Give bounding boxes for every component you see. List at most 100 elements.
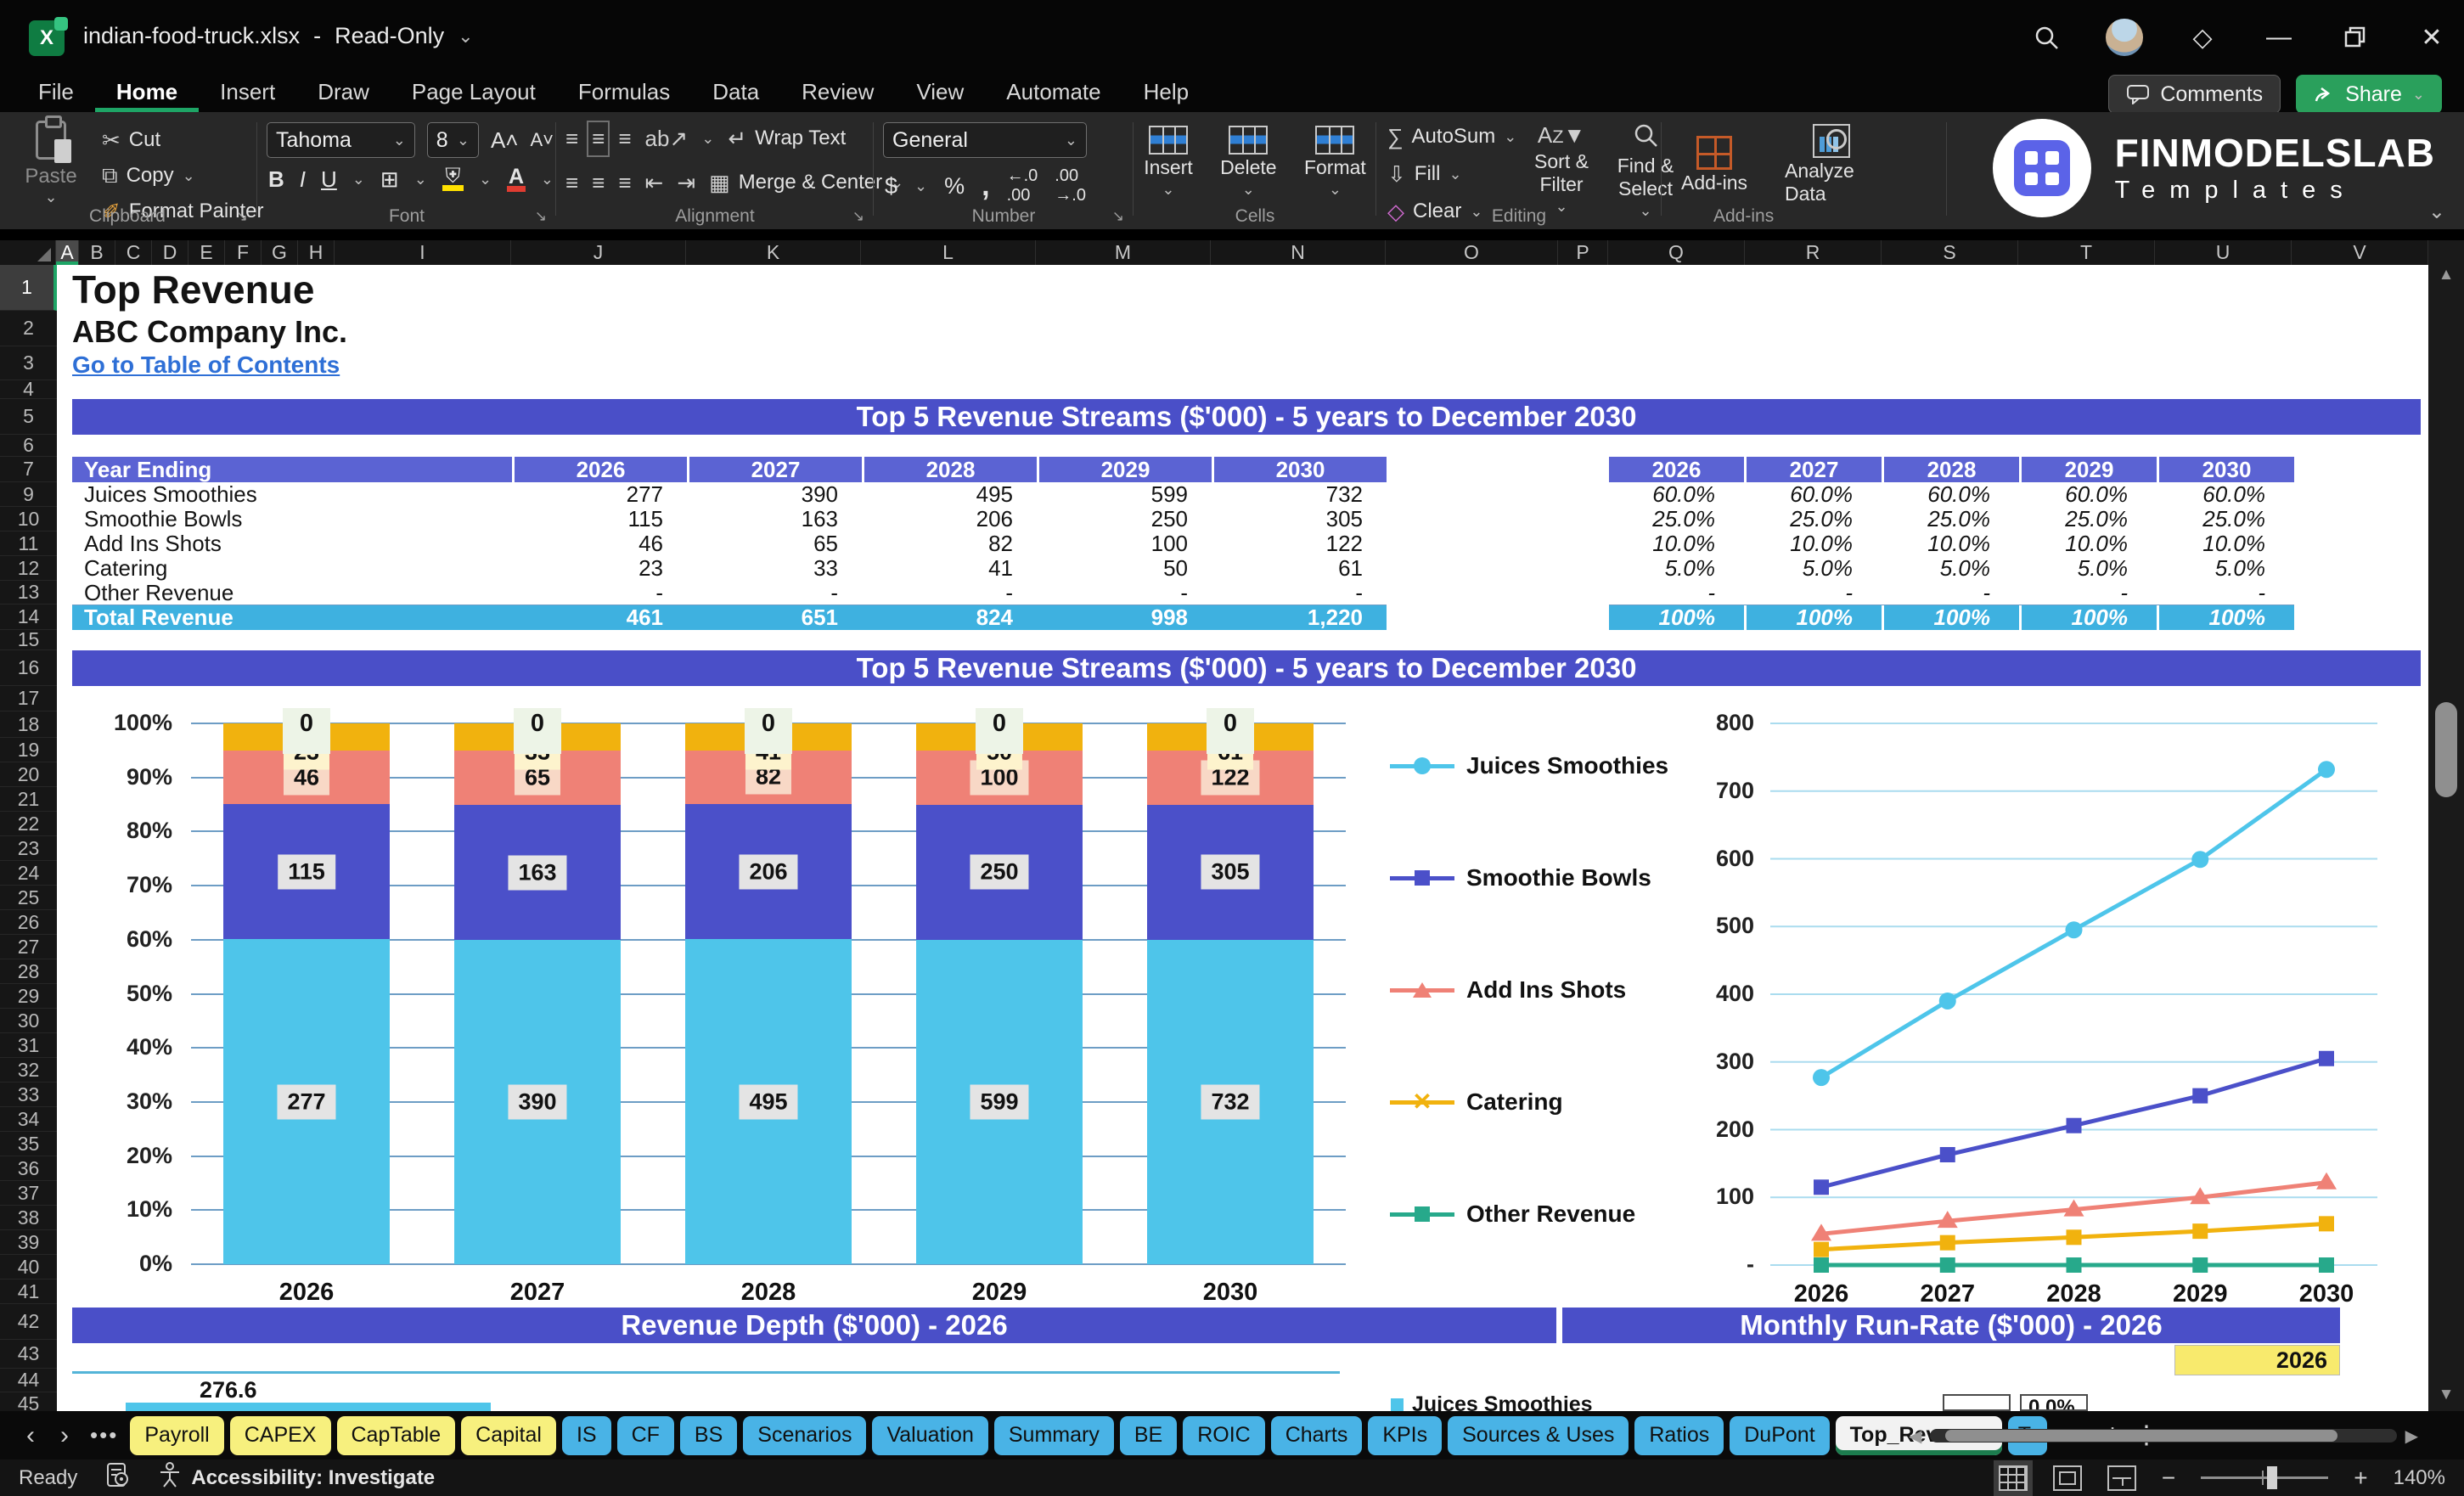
row-header-4[interactable]: 4	[0, 378, 57, 400]
normal-view-icon[interactable]	[1993, 1459, 2033, 1496]
row-header-15[interactable]: 15	[0, 628, 57, 650]
stacked-bar-chart[interactable]: 100% 90% 80% 70% 60% 50% 40% 30% 20% 10% 0% 277 115 4…	[72, 705, 1668, 1312]
total-value[interactable]: 1,220	[1212, 605, 1387, 630]
sheet-tab-be[interactable]: BE	[1119, 1415, 1178, 1455]
wrap-text-button[interactable]: ↵ Wrap Text	[728, 122, 846, 155]
font-size-select[interactable]: 8 ⌄	[426, 122, 479, 158]
pct-value[interactable]: -	[2019, 580, 2157, 605]
line-chart[interactable]: 800 700 600 500 400 300 200 100 - 2026 2027 2028 202…	[1690, 705, 2394, 1312]
cell-value[interactable]: 122	[1212, 531, 1387, 556]
column-header-Q[interactable]: Q	[1608, 240, 1745, 265]
row-header-38[interactable]: 38	[0, 1206, 57, 1230]
borders-button[interactable]: ⊞	[380, 166, 399, 193]
pct-value[interactable]: 25.0%	[2019, 506, 2157, 531]
sheet-nav-next-icon[interactable]: ›	[51, 1421, 78, 1450]
column-header-S[interactable]: S	[1882, 240, 2018, 265]
year-selector-cell[interactable]: 2026	[2174, 1345, 2340, 1375]
row-header-25[interactable]: 25	[0, 886, 57, 910]
pct-total-value[interactable]: 100%	[1744, 605, 1882, 630]
pct-value[interactable]: 5.0%	[1744, 555, 1882, 581]
align-top-icon[interactable]: ≡	[565, 126, 578, 152]
cell-value[interactable]: 65	[687, 531, 862, 556]
sheet-tab-cf[interactable]: CF	[616, 1415, 674, 1455]
analyze-data-button[interactable]: Analyze Data	[1785, 124, 1878, 205]
pct-total-value[interactable]: 100%	[2019, 605, 2157, 630]
cell-value[interactable]: 61	[1212, 555, 1387, 581]
ribbon-tab-formulas[interactable]: Formulas	[557, 77, 691, 112]
cell-value[interactable]: 599	[1037, 481, 1212, 507]
pct-value[interactable]: 60.0%	[1882, 481, 2019, 507]
year-header-2028[interactable]: 2028	[862, 457, 1037, 482]
row-label[interactable]: Smoothie Bowls	[72, 506, 512, 531]
pct-value[interactable]: -	[1609, 580, 1744, 605]
cell-value[interactable]: -	[862, 580, 1037, 605]
ribbon-tab-home[interactable]: Home	[94, 77, 200, 112]
underline-button[interactable]: U	[321, 166, 337, 193]
cell-value[interactable]: 23	[512, 555, 687, 581]
sheet-tab-capex[interactable]: CAPEX	[229, 1415, 331, 1455]
sheet-nav-more-icon[interactable]: •••	[85, 1422, 123, 1448]
column-header-V[interactable]: V	[2292, 240, 2428, 265]
legend-item[interactable]: Juices Smoothies	[1390, 752, 1668, 779]
row-header-22[interactable]: 22	[0, 812, 57, 836]
row-header-20[interactable]: 20	[0, 762, 57, 787]
scroll-up-icon[interactable]: ▲	[2428, 266, 2464, 284]
cell-value[interactable]: -	[1037, 580, 1212, 605]
pct-value[interactable]: 60.0%	[1609, 481, 1744, 507]
bold-button[interactable]: B	[268, 166, 284, 193]
row-header-10[interactable]: 10	[0, 507, 57, 531]
cell-value[interactable]: -	[1212, 580, 1387, 605]
total-value[interactable]: 998	[1037, 605, 1212, 630]
column-header-G[interactable]: G	[262, 240, 298, 265]
row-header-9[interactable]: 9	[0, 482, 57, 507]
ribbon-tab-help[interactable]: Help	[1122, 77, 1210, 112]
dialog-launcher-icon[interactable]: ↘	[236, 208, 248, 225]
increase-decimal-icon[interactable]: ←.0.00	[1007, 166, 1038, 205]
column-header-E[interactable]: E	[188, 240, 225, 265]
legend-item[interactable]: ✕ Catering	[1390, 1088, 1563, 1115]
cell-value[interactable]: 163	[687, 506, 862, 531]
row-header-37[interactable]: 37	[0, 1181, 57, 1206]
ribbon-tab-automate[interactable]: Automate	[985, 77, 1122, 112]
currency-format-button[interactable]: $	[885, 173, 897, 200]
row-header-32[interactable]: 32	[0, 1058, 57, 1083]
close-button[interactable]: ✕	[2415, 20, 2449, 54]
row-header-26[interactable]: 26	[0, 910, 57, 935]
cut-button[interactable]: ✂ Cut	[102, 124, 264, 156]
row-header-16[interactable]: 16	[0, 650, 57, 686]
cell-value[interactable]: 82	[862, 531, 1037, 556]
page-layout-view-icon[interactable]	[2052, 1465, 2082, 1491]
sheet-tab-charts[interactable]: Charts	[1270, 1415, 1363, 1455]
pct-year-header-2029[interactable]: 2029	[2019, 457, 2157, 482]
row-header-27[interactable]: 27	[0, 935, 57, 959]
pct-value[interactable]: 10.0%	[2157, 531, 2294, 556]
row-header-34[interactable]: 34	[0, 1107, 57, 1132]
legend-item[interactable]: Smoothie Bowls	[1390, 864, 1651, 891]
row-header-44[interactable]: 44	[0, 1369, 57, 1392]
pct-value[interactable]: 25.0%	[1744, 506, 1882, 531]
cell-value[interactable]: 50	[1037, 555, 1212, 581]
pct-total-value[interactable]: 100%	[2157, 605, 2294, 630]
year-header-2030[interactable]: 2030	[1212, 457, 1387, 482]
row-header-1[interactable]: 1	[0, 265, 57, 311]
horizontal-scrollbar[interactable]: ◀ ▶	[1909, 1424, 2418, 1448]
accessibility-status[interactable]: Accessibility: Investigate	[191, 1466, 435, 1490]
pct-value[interactable]: 60.0%	[2019, 481, 2157, 507]
pct-value[interactable]: 5.0%	[2019, 555, 2157, 581]
horizontal-scroll-thumb[interactable]	[1945, 1430, 2337, 1442]
column-header-D[interactable]: D	[152, 240, 188, 265]
decrease-indent-icon[interactable]: ⇤	[645, 170, 664, 196]
fill-color-button[interactable]: ⛨	[442, 166, 464, 191]
align-right-icon[interactable]: ≡	[618, 170, 631, 196]
row-header-18[interactable]: 18	[0, 711, 57, 738]
row-label[interactable]: Other Revenue	[72, 580, 512, 605]
merge-center-button[interactable]: ▦ Merge & Center ⌄	[709, 166, 903, 199]
zoom-slider[interactable]	[2201, 1466, 2329, 1489]
column-header-K[interactable]: K	[686, 240, 861, 265]
table-of-contents-link[interactable]: Go to Table of Contents	[72, 352, 340, 379]
autosum-button[interactable]: ∑ AutoSum ⌄	[1387, 121, 1516, 153]
sheet-tab-payroll[interactable]: Payroll	[130, 1415, 224, 1455]
row-header-19[interactable]: 19	[0, 738, 57, 762]
row-header-28[interactable]: 28	[0, 959, 57, 984]
row-header-40[interactable]: 40	[0, 1255, 57, 1279]
